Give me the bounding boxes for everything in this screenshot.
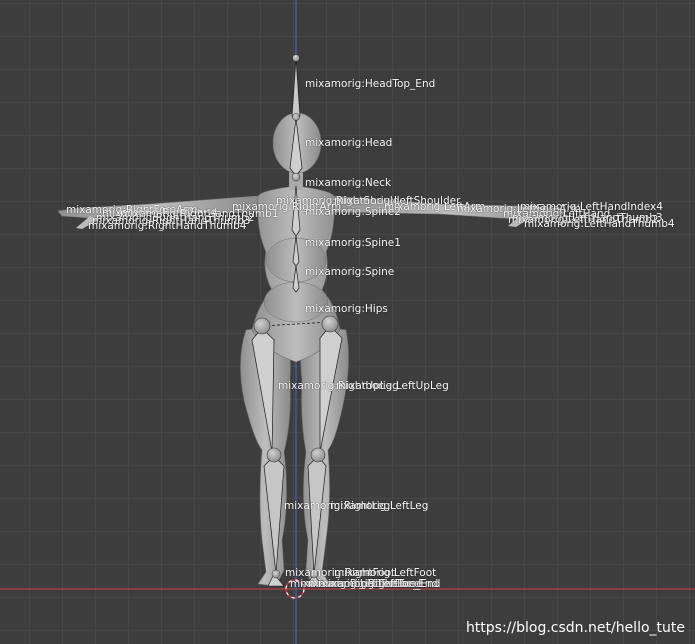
- label-head: mixamorig:Head: [305, 137, 393, 149]
- label-spine2: mixamorig:Spine2: [305, 206, 401, 218]
- label-left-hand-thumb4: mixamorig:LeftHandThumb4: [524, 218, 675, 230]
- label-left-toe-end: mixamorig:LeftToe_End: [318, 578, 441, 590]
- label-left-up-leg: mixamorig:LeftUpLeg: [336, 380, 449, 392]
- watermark: https://blog.csdn.net/hello_tute: [465, 620, 685, 636]
- bone-head-top[interactable]: [291, 57, 301, 119]
- label-hips: mixamorig:Hips: [305, 303, 388, 315]
- label-head-top-end: mixamorig:HeadTop_End: [305, 78, 436, 90]
- 3d-viewport[interactable]: mixamorig:HeadTop_End mixamorig:Head mix…: [0, 0, 695, 644]
- label-neck: mixamorig:Neck: [305, 177, 392, 189]
- armature-scene: [0, 0, 695, 644]
- label-spine1: mixamorig:Spine1: [305, 237, 401, 249]
- label-spine: mixamorig:Spine: [305, 266, 395, 278]
- label-right-hand-thumb4: mixamorig:RightHandThumb4: [88, 220, 247, 232]
- label-left-leg: mixamorig:LeftLeg: [330, 500, 429, 512]
